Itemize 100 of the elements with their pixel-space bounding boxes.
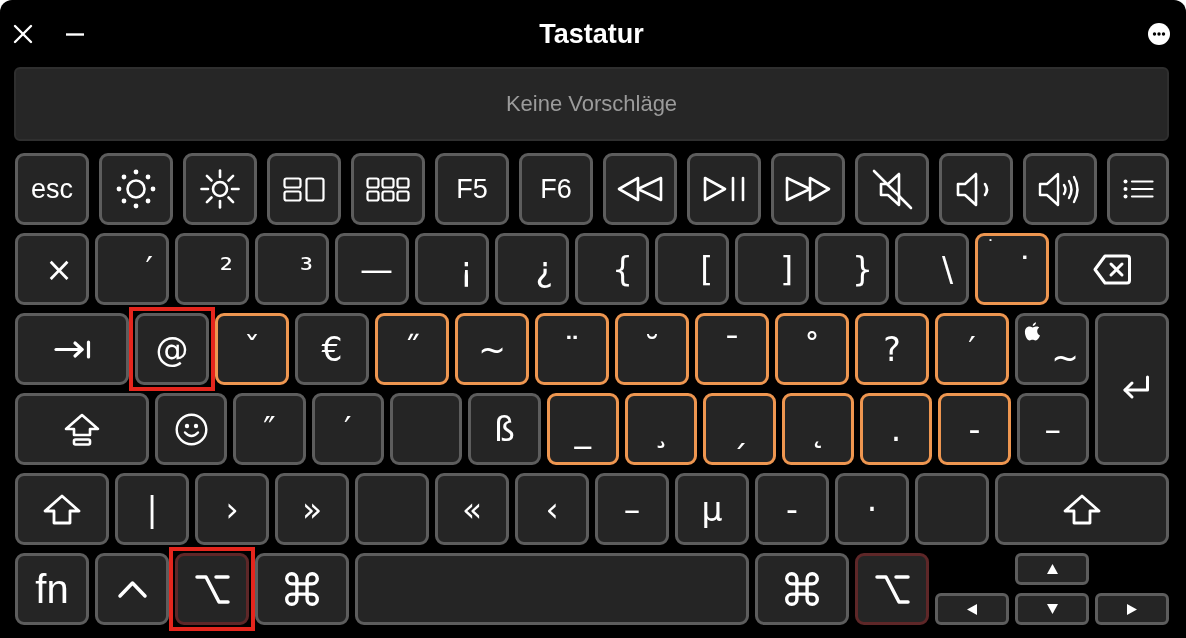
key[interactable] xyxy=(1107,153,1169,225)
key[interactable] xyxy=(175,553,249,625)
caps-lock-icon xyxy=(64,412,100,446)
up-triangle-icon xyxy=(1046,564,1058,574)
key[interactable]: ˘ xyxy=(615,313,689,385)
key[interactable]: } xyxy=(815,233,889,305)
key[interactable]: fn xyxy=(15,553,89,625)
delete-icon xyxy=(1093,253,1131,285)
key[interactable]: ′ xyxy=(935,313,1009,385)
key[interactable]: ¿ xyxy=(495,233,569,305)
key[interactable]: – xyxy=(595,473,669,545)
key[interactable]: µ xyxy=(675,473,749,545)
command-icon xyxy=(285,572,319,606)
arrow-key[interactable] xyxy=(1095,593,1169,625)
key[interactable]: ~ xyxy=(455,313,529,385)
key[interactable] xyxy=(855,553,929,625)
key[interactable]: › xyxy=(195,473,269,545)
play-pause-icon xyxy=(702,176,746,202)
arrow-key[interactable] xyxy=(935,593,1009,625)
key[interactable]: ′ xyxy=(311,393,384,465)
key[interactable] xyxy=(939,153,1013,225)
key[interactable] xyxy=(687,153,761,225)
list-icon xyxy=(1122,179,1154,199)
minimize-icon[interactable] xyxy=(66,32,84,36)
key[interactable]: × xyxy=(15,233,89,305)
mute-icon xyxy=(870,167,914,211)
key[interactable]: € xyxy=(295,313,369,385)
key[interactable]: ³ xyxy=(255,233,329,305)
key[interactable]: ¡ xyxy=(415,233,489,305)
key[interactable] xyxy=(99,153,173,225)
close-icon[interactable] xyxy=(13,24,33,44)
key[interactable]: ˚ xyxy=(775,313,849,385)
key[interactable] xyxy=(1055,233,1169,305)
key[interactable]: ‹ xyxy=(515,473,589,545)
key[interactable] xyxy=(15,313,129,385)
key[interactable]: ? xyxy=(855,313,929,385)
key[interactable]: { xyxy=(575,233,649,305)
key[interactable]: - xyxy=(938,393,1011,465)
more-icon[interactable] xyxy=(1148,23,1170,45)
left-triangle-icon xyxy=(967,603,977,615)
command-icon xyxy=(785,572,819,606)
key[interactable]: — xyxy=(335,233,409,305)
key[interactable]: F5 xyxy=(435,153,509,225)
key[interactable]: ˙ ˙ xyxy=(975,233,1049,305)
key[interactable]: – xyxy=(1016,393,1089,465)
key[interactable]: ˏ xyxy=(703,393,776,465)
key[interactable] xyxy=(755,553,849,625)
key[interactable] xyxy=(351,153,425,225)
smiley-icon xyxy=(174,412,208,446)
window-title: Tastatur xyxy=(539,18,644,50)
key[interactable]: ˝ xyxy=(375,313,449,385)
key[interactable]: - xyxy=(755,473,829,545)
key[interactable] xyxy=(771,153,845,225)
key[interactable]: ] xyxy=(735,233,809,305)
key[interactable]: ˇ xyxy=(215,313,289,385)
key[interactable]: @ xyxy=(135,313,209,385)
arrow-key[interactable] xyxy=(1015,593,1089,625)
fast-forward-icon xyxy=(785,176,831,202)
sun-icon xyxy=(198,168,242,210)
key[interactable]: ¨ xyxy=(535,313,609,385)
key[interactable]: « xyxy=(435,473,509,545)
key[interactable] xyxy=(15,473,109,545)
key[interactable]: ² xyxy=(175,233,249,305)
shift-icon xyxy=(1063,493,1101,525)
option-icon xyxy=(194,572,230,606)
key[interactable] xyxy=(95,553,169,625)
option-icon xyxy=(874,572,910,606)
key[interactable]: F6 xyxy=(519,153,593,225)
key[interactable] xyxy=(855,153,929,225)
suggestion-text: Keine Vorschläge xyxy=(505,91,678,117)
key[interactable] xyxy=(155,393,228,465)
key[interactable] xyxy=(267,153,341,225)
key[interactable]: [ xyxy=(655,233,729,305)
key[interactable]: . xyxy=(859,393,933,465)
key[interactable]: · xyxy=(835,473,909,545)
small-sun-icon xyxy=(114,168,158,210)
key[interactable] xyxy=(15,393,149,465)
key[interactable]: | xyxy=(115,473,189,545)
key[interactable] xyxy=(603,153,677,225)
key[interactable]: ′ xyxy=(95,233,169,305)
key[interactable]: ~ xyxy=(1015,313,1089,385)
key[interactable]: ¯ xyxy=(695,313,769,385)
rewind-icon xyxy=(617,176,663,202)
shift-icon xyxy=(43,493,81,525)
key[interactable]: esc xyxy=(15,153,89,225)
key[interactable]: ˛ xyxy=(781,393,854,465)
key[interactable] xyxy=(255,553,349,625)
caret-icon xyxy=(116,579,148,599)
key[interactable] xyxy=(1023,153,1097,225)
key[interactable]: \ xyxy=(895,233,969,305)
key[interactable]: ß xyxy=(468,393,541,465)
key[interactable]: ″ xyxy=(233,393,306,465)
down-triangle-icon xyxy=(1046,604,1058,614)
arrow-key[interactable] xyxy=(1015,553,1089,585)
key[interactable]: _ xyxy=(546,393,619,465)
windows-icon xyxy=(283,176,325,202)
key[interactable] xyxy=(183,153,257,225)
key[interactable]: ¸ xyxy=(624,393,698,465)
key[interactable]: » xyxy=(275,473,349,545)
apple-icon xyxy=(1024,322,1041,341)
